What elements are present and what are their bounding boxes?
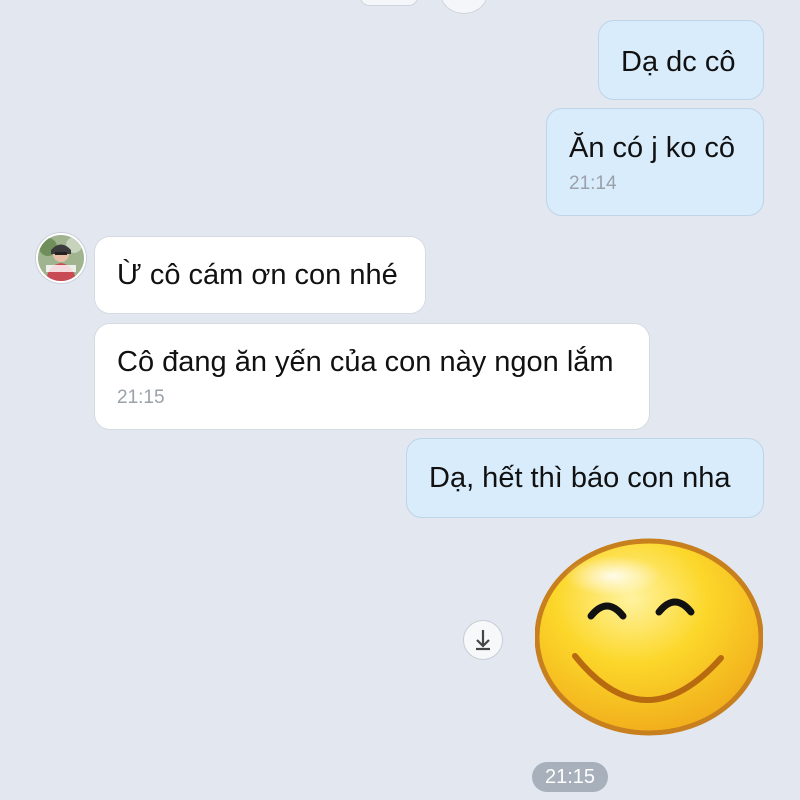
message-text: Dạ, hết thì báo con nha bbox=[429, 462, 731, 494]
message-bubble-outgoing[interactable]: Ăn có j ko cô 21:14 bbox=[546, 108, 764, 216]
contact-avatar[interactable] bbox=[36, 233, 86, 283]
top-button[interactable] bbox=[440, 0, 488, 14]
message-bubble-incoming[interactable]: Ừ cô cám ơn con nhé bbox=[94, 236, 426, 314]
message-bubble-outgoing[interactable]: Dạ dc cô bbox=[598, 20, 764, 100]
time-separator: 21:15 bbox=[532, 762, 608, 792]
download-icon bbox=[476, 630, 490, 651]
smiley-icon bbox=[534, 538, 764, 736]
top-pill bbox=[360, 0, 418, 6]
message-text: Ăn có j ko cô bbox=[569, 132, 736, 164]
smiley-sticker[interactable] bbox=[534, 538, 764, 736]
message-bubble-outgoing[interactable]: Dạ, hết thì báo con nha bbox=[406, 438, 764, 518]
message-timestamp: 21:15 bbox=[117, 387, 165, 408]
message-text: Dạ dc cô bbox=[621, 46, 736, 78]
message-bubble-incoming[interactable]: Cô đang ăn yến của con này ngon lắm 21:1… bbox=[94, 323, 650, 430]
message-timestamp: 21:14 bbox=[569, 173, 617, 194]
avatar-photo-icon bbox=[38, 235, 84, 281]
download-button[interactable] bbox=[463, 620, 503, 660]
message-text: Ừ cô cám ơn con nhé bbox=[117, 259, 398, 291]
message-text: Cô đang ăn yến của con này ngon lắm bbox=[117, 346, 614, 378]
